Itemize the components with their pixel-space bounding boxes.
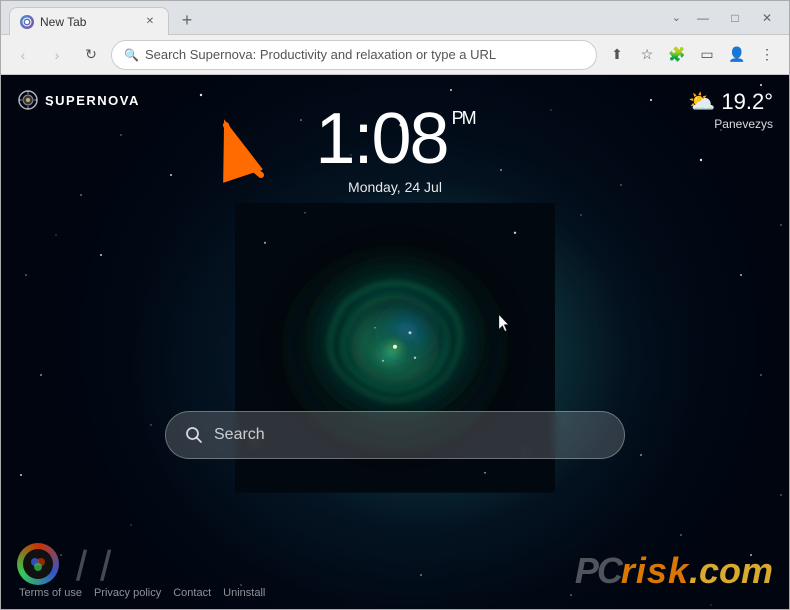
title-bar: New Tab ✕ + ⌄ — □ ✕ [1, 1, 789, 35]
search-container: Search [165, 411, 625, 459]
extensions-button[interactable]: 🧩 [663, 41, 691, 69]
footer-logo [17, 543, 59, 585]
supernova-logo-icon [17, 89, 39, 111]
split-view-button[interactable]: ▭ [693, 41, 721, 69]
supernova-brand-text: SUPERNOVA [45, 93, 140, 108]
uninstall-link[interactable]: Uninstall [223, 587, 265, 599]
privacy-link[interactable]: Privacy policy [94, 587, 161, 599]
minimize-button[interactable]: — [689, 4, 717, 32]
search-bar[interactable]: Search [165, 411, 625, 459]
tab-title: New Tab [40, 15, 86, 29]
footer-com-brand: .com [689, 550, 773, 592]
refresh-button[interactable]: ↻ [77, 41, 105, 69]
terms-link[interactable]: Terms of use [19, 587, 82, 599]
nav-right-icons: ⬆ ☆ 🧩 ▭ 👤 ⋮ [603, 41, 781, 69]
menu-button[interactable]: ⋮ [753, 41, 781, 69]
search-placeholder: Search [214, 426, 265, 444]
clock-date: Monday, 24 Jul [315, 179, 474, 195]
browser-window: New Tab ✕ + ⌄ — □ ✕ ‹ › ↻ 🔍 Search Super… [0, 0, 790, 610]
url-text: Search Supernova: Productivity and relax… [145, 47, 584, 62]
close-button[interactable]: ✕ [753, 4, 781, 32]
tab-bar: New Tab ✕ + [9, 1, 664, 34]
maximize-button[interactable]: □ [721, 4, 749, 32]
weather-widget: ⛅ 19.2° Panevezys [688, 89, 773, 131]
footer-right: PC risk .com [575, 550, 773, 592]
supernova-logo[interactable]: SUPERNOVA [17, 89, 140, 111]
contact-link[interactable]: Contact [173, 587, 211, 599]
page-content: SUPERNOVA 1:08PM Monday, 24 Jul ⛅ 19.2° … [1, 75, 789, 609]
weather-icon: ⛅ [688, 89, 715, 115]
clock-ampm: PM [452, 109, 475, 127]
profile-button[interactable]: 👤 [723, 41, 751, 69]
footer-brand-text: ❘❘ [67, 549, 115, 579]
footer-risk-brand: risk [621, 550, 689, 592]
bookmark-button[interactable]: ☆ [633, 41, 661, 69]
footer-links: Terms of use Privacy policy Contact Unin… [19, 587, 265, 599]
location-icon: 🔍 [124, 48, 139, 62]
tab-favicon [20, 15, 34, 29]
weather-top: ⛅ 19.2° [688, 89, 773, 115]
footer: ❘❘ Terms of use Privacy policy Contact U… [1, 543, 789, 599]
share-button[interactable]: ⬆ [603, 41, 631, 69]
back-button[interactable]: ‹ [9, 41, 37, 69]
weather-temperature: 19.2° [721, 89, 773, 115]
forward-button[interactable]: › [43, 41, 71, 69]
navigation-bar: ‹ › ↻ 🔍 Search Supernova: Productivity a… [1, 35, 789, 75]
weather-city: Panevezys [688, 117, 773, 131]
tab-close-button[interactable]: ✕ [142, 14, 158, 30]
new-tab-button[interactable]: + [173, 6, 201, 34]
active-tab[interactable]: New Tab ✕ [9, 7, 169, 35]
search-icon [184, 425, 204, 445]
address-bar[interactable]: 🔍 Search Supernova: Productivity and rel… [111, 40, 597, 70]
clock-time: 1:08PM [315, 103, 474, 175]
window-controls: ⌄ — □ ✕ [672, 4, 781, 32]
arrow-annotation [201, 105, 281, 190]
clock-widget: 1:08PM Monday, 24 Jul [315, 103, 474, 195]
footer-logo-icon [28, 554, 48, 574]
footer-pc-brand: PC [575, 550, 621, 592]
